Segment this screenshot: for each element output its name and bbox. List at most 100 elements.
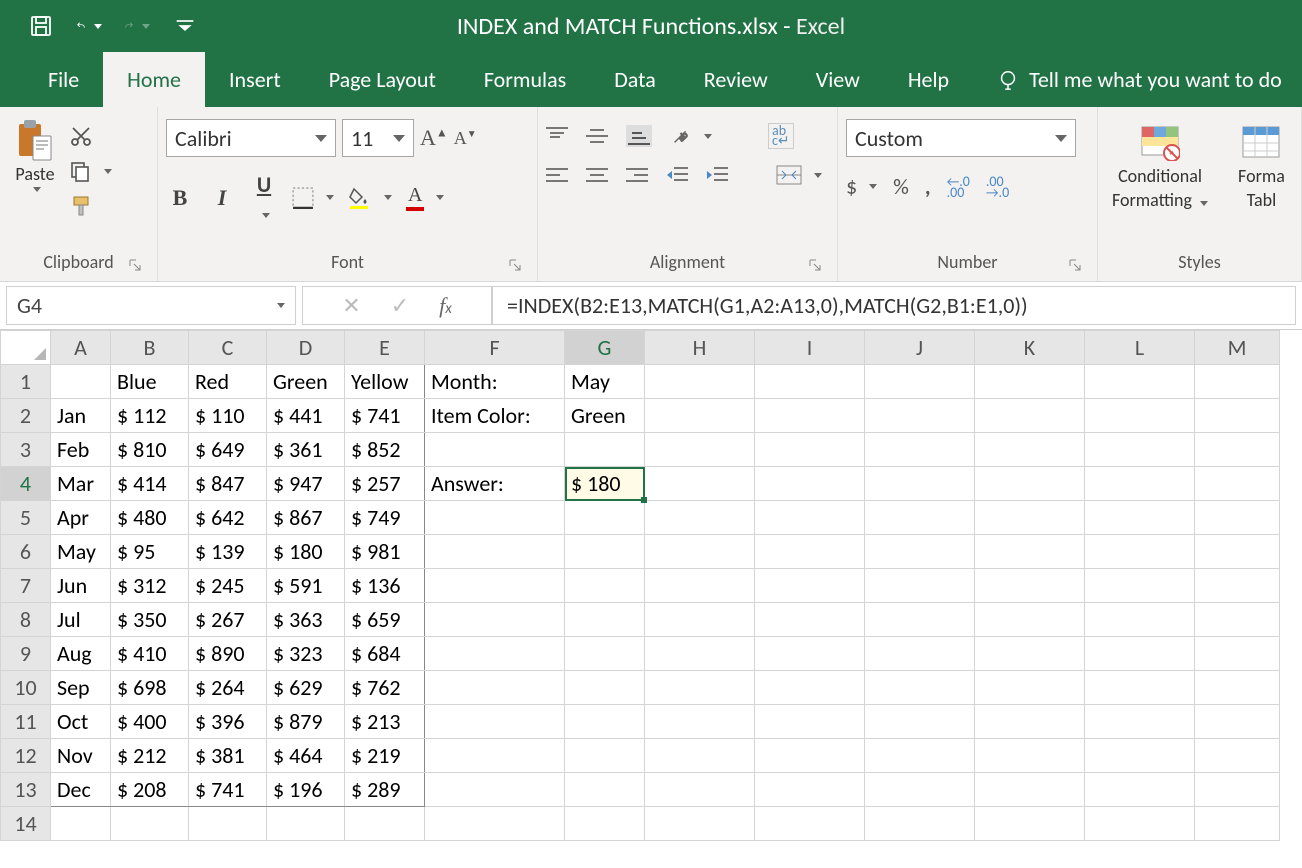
cell-A14[interactable] (51, 807, 111, 841)
cell-A4[interactable]: Mar (51, 467, 111, 501)
col-header-F[interactable]: F (425, 331, 565, 365)
cell-E13[interactable]: $ 289 (345, 773, 425, 807)
cell-F7[interactable] (425, 569, 565, 603)
row-header-2[interactable]: 2 (1, 399, 51, 433)
cell-L6[interactable] (1085, 535, 1195, 569)
cell-K7[interactable] (975, 569, 1085, 603)
cell-B2[interactable]: $ 112 (111, 399, 189, 433)
cell-B6[interactable]: $ 95 (111, 535, 189, 569)
cell-A9[interactable]: Aug (51, 637, 111, 671)
cell-C7[interactable]: $ 245 (189, 569, 267, 603)
cell-H11[interactable] (645, 705, 755, 739)
cell-L8[interactable] (1085, 603, 1195, 637)
select-all-corner[interactable] (1, 331, 51, 365)
cell-D13[interactable]: $ 196 (267, 773, 345, 807)
cell-G5[interactable] (565, 501, 645, 535)
format-painter-icon[interactable] (68, 193, 94, 219)
cell-C13[interactable]: $ 741 (189, 773, 267, 807)
cell-C12[interactable]: $ 381 (189, 739, 267, 773)
row-header-9[interactable]: 9 (1, 637, 51, 671)
cell-B12[interactable]: $ 212 (111, 739, 189, 773)
col-header-I[interactable]: I (755, 331, 865, 365)
cell-I13[interactable] (755, 773, 865, 807)
cell-H12[interactable] (645, 739, 755, 773)
cell-K6[interactable] (975, 535, 1085, 569)
cell-E6[interactable]: $ 981 (345, 535, 425, 569)
font-dialog-launcher-icon[interactable] (509, 259, 525, 275)
bold-button[interactable]: B (166, 185, 194, 211)
cell-K10[interactable] (975, 671, 1085, 705)
cell-E1[interactable]: Yellow (345, 365, 425, 399)
cell-D4[interactable]: $ 947 (267, 467, 345, 501)
row-header-4[interactable]: 4 (1, 467, 51, 501)
cell-B8[interactable]: $ 350 (111, 603, 189, 637)
decrease-decimal-button[interactable]: .00→.0 (986, 176, 1009, 198)
cell-D2[interactable]: $ 441 (267, 399, 345, 433)
row-header-13[interactable]: 13 (1, 773, 51, 807)
align-center-icon[interactable] (586, 167, 608, 183)
cell-E5[interactable]: $ 749 (345, 501, 425, 535)
row-header-10[interactable]: 10 (1, 671, 51, 705)
cell-L12[interactable] (1085, 739, 1195, 773)
cell-E14[interactable] (345, 807, 425, 841)
cell-J12[interactable] (865, 739, 975, 773)
cell-B10[interactable]: $ 698 (111, 671, 189, 705)
underline-button[interactable]: U (250, 171, 278, 224)
cell-F6[interactable] (425, 535, 565, 569)
cell-I4[interactable] (755, 467, 865, 501)
cell-I10[interactable] (755, 671, 865, 705)
cell-I7[interactable] (755, 569, 865, 603)
cell-D14[interactable] (267, 807, 345, 841)
fill-color-icon[interactable] (348, 186, 392, 210)
tab-page-layout[interactable]: Page Layout (305, 52, 460, 107)
tab-insert[interactable]: Insert (205, 52, 305, 107)
cell-I9[interactable] (755, 637, 865, 671)
cell-F11[interactable] (425, 705, 565, 739)
cell-A3[interactable]: Feb (51, 433, 111, 467)
cell-C1[interactable]: Red (189, 365, 267, 399)
cell-J1[interactable] (865, 365, 975, 399)
cell-M5[interactable] (1195, 501, 1280, 535)
cell-B5[interactable]: $ 480 (111, 501, 189, 535)
tab-formulas[interactable]: Formulas (460, 52, 590, 107)
cell-H14[interactable] (645, 807, 755, 841)
cell-B7[interactable]: $ 312 (111, 569, 189, 603)
font-size-combo[interactable]: 11 (342, 119, 414, 157)
col-header-A[interactable]: A (51, 331, 111, 365)
cell-K4[interactable] (975, 467, 1085, 501)
cell-K1[interactable] (975, 365, 1085, 399)
tell-me-search[interactable]: Tell me what you want to do (997, 66, 1282, 93)
cell-B13[interactable]: $ 208 (111, 773, 189, 807)
row-header-12[interactable]: 12 (1, 739, 51, 773)
cell-F14[interactable] (425, 807, 565, 841)
cell-G13[interactable] (565, 773, 645, 807)
cell-B4[interactable]: $ 414 (111, 467, 189, 501)
cell-L2[interactable] (1085, 399, 1195, 433)
col-header-K[interactable]: K (975, 331, 1085, 365)
worksheet-grid[interactable]: ABCDEFGHIJKLM1BlueRedGreenYellowMonth:Ma… (0, 330, 1302, 841)
cell-G11[interactable] (565, 705, 645, 739)
cell-H9[interactable] (645, 637, 755, 671)
cell-G7[interactable] (565, 569, 645, 603)
cell-D6[interactable]: $ 180 (267, 535, 345, 569)
cell-D1[interactable]: Green (267, 365, 345, 399)
cell-D8[interactable]: $ 363 (267, 603, 345, 637)
cell-C4[interactable]: $ 847 (189, 467, 267, 501)
cell-H6[interactable] (645, 535, 755, 569)
cell-H7[interactable] (645, 569, 755, 603)
cell-E9[interactable]: $ 684 (345, 637, 425, 671)
cell-E11[interactable]: $ 213 (345, 705, 425, 739)
cell-M10[interactable] (1195, 671, 1280, 705)
tab-home[interactable]: Home (103, 52, 205, 107)
cell-G14[interactable] (565, 807, 645, 841)
row-header-11[interactable]: 11 (1, 705, 51, 739)
cell-L4[interactable] (1085, 467, 1195, 501)
cell-M1[interactable] (1195, 365, 1280, 399)
increase-font-icon[interactable]: A▲ (420, 125, 448, 151)
cell-F5[interactable] (425, 501, 565, 535)
cell-I8[interactable] (755, 603, 865, 637)
cell-L13[interactable] (1085, 773, 1195, 807)
cell-J14[interactable] (865, 807, 975, 841)
cell-J4[interactable] (865, 467, 975, 501)
orientation-icon[interactable]: ab (670, 125, 712, 147)
